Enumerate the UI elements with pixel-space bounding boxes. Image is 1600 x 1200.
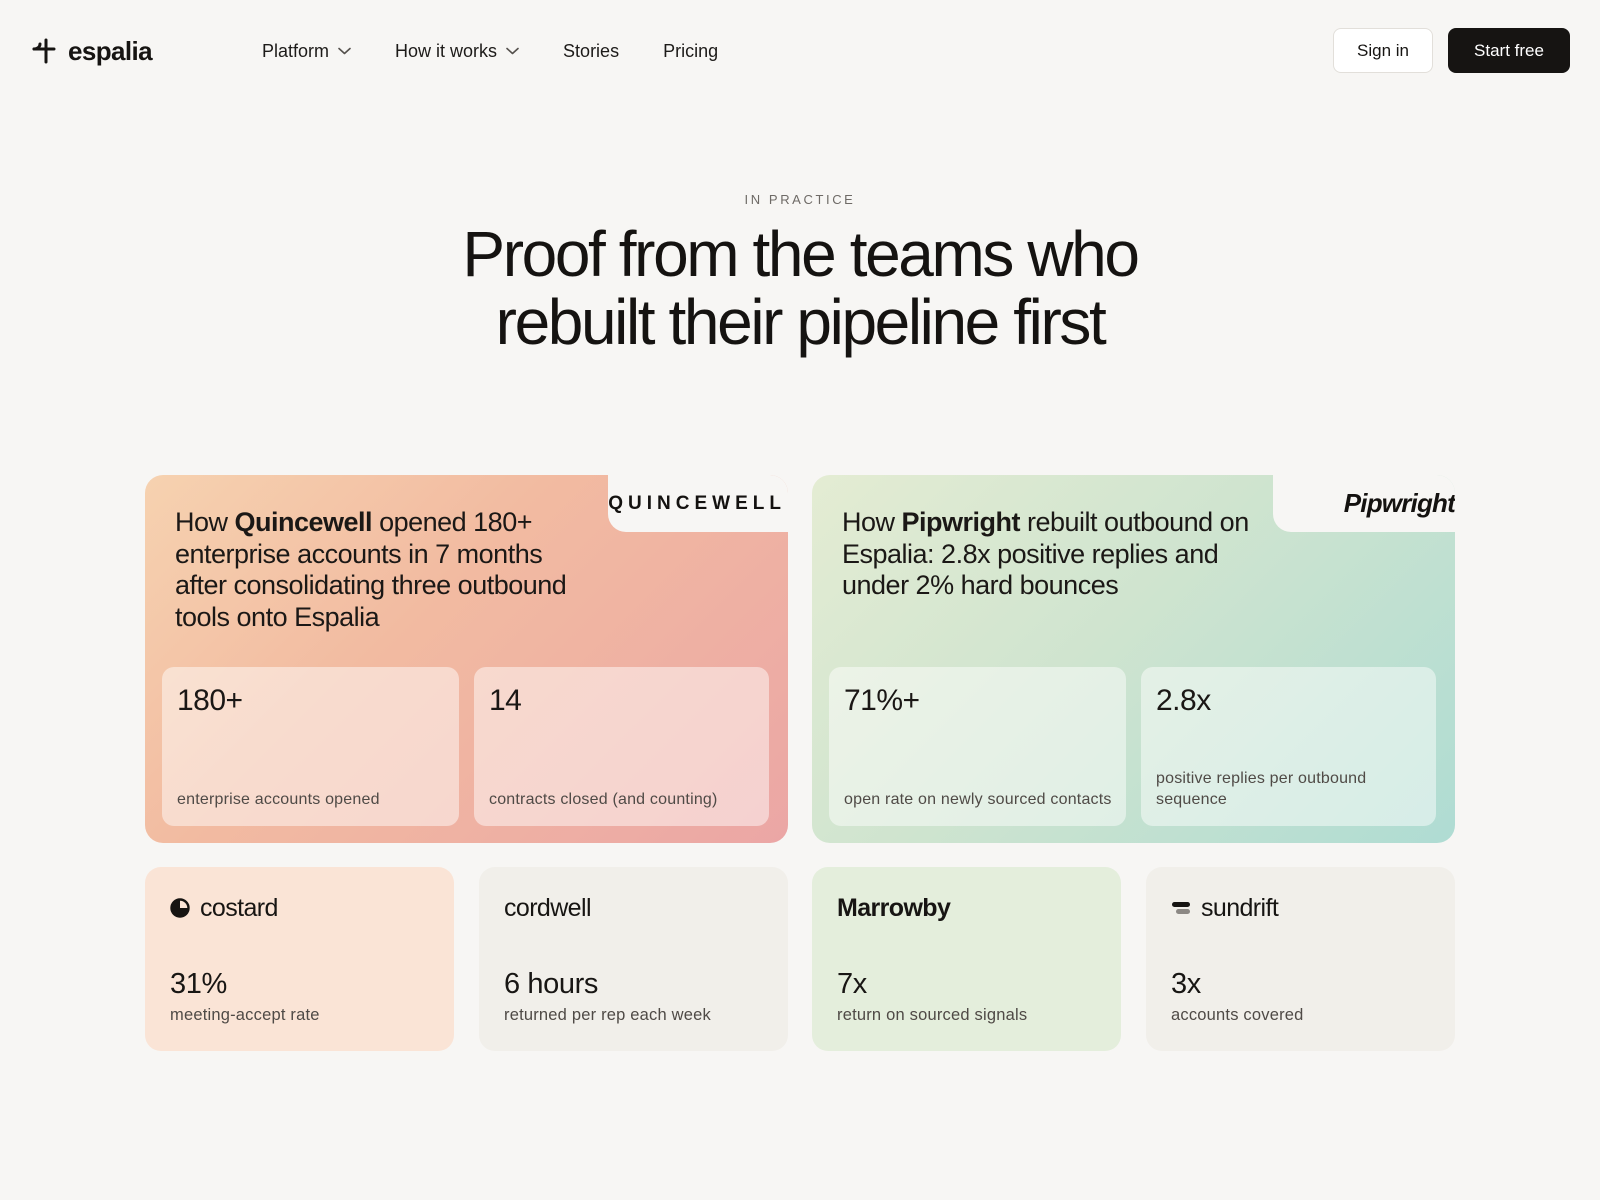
stat-card: 71%+ open rate on newly sourced contacts xyxy=(829,667,1126,826)
menu-item-label: Pricing xyxy=(663,41,719,61)
cordwell-logo: cordwell xyxy=(504,893,592,923)
story-card-pipwright[interactable]: How Pipwright rebuilt outbound on Espali… xyxy=(812,475,1455,843)
half-moon-icon xyxy=(170,898,190,918)
story-title-pre: How xyxy=(175,507,235,537)
menu-item-pricing[interactable]: Pricing xyxy=(663,38,718,64)
menu-item-how-it-works[interactable]: How it works xyxy=(395,38,519,64)
pipwright-logo: Pipwright xyxy=(1343,488,1455,518)
menu-item-platform[interactable]: Platform xyxy=(262,38,351,64)
espalia-logo[interactable]: espalia xyxy=(32,36,153,66)
espalia-logo-icon xyxy=(32,38,56,64)
stat-label: open rate on newly sourced contacts xyxy=(844,791,1112,808)
logo-text: espalia xyxy=(68,36,153,66)
story-title: How Pipwright rebuilt outbound on Espali… xyxy=(842,507,1262,602)
stat-card: 180+ enterprise accounts opened xyxy=(162,667,459,826)
story-title: How Quincewell opened 180+ enterprise ac… xyxy=(175,507,595,633)
customer-stat-value: 3x xyxy=(1171,968,1201,1000)
menu-item-label: Stories xyxy=(563,41,620,61)
story-brand-tab: Pipwright xyxy=(1273,475,1455,532)
customer-stat-label: meeting-accept rate xyxy=(170,1006,320,1024)
story-title-pre: How xyxy=(842,507,902,537)
section-eyebrow: IN PRACTICE xyxy=(744,192,856,207)
stat-label: positive replies per outbound sequence xyxy=(1156,770,1367,808)
chevron-down-icon xyxy=(506,47,519,55)
stat-label: enterprise accounts opened xyxy=(177,791,380,808)
stat-value: 14 xyxy=(489,684,522,717)
brand-name: costard xyxy=(200,894,278,922)
brand-name: cordwell xyxy=(504,894,592,922)
main-menu: Platform How it works Stories Pricing xyxy=(262,38,762,64)
customer-stat-label: returned per rep each week xyxy=(504,1006,711,1024)
story-brand-tab: QUINCEWELL xyxy=(608,475,788,532)
story-card-quincewell[interactable]: How Quincewell opened 180+ enterprise ac… xyxy=(145,475,788,843)
brand-name: sundrift xyxy=(1201,894,1279,922)
stacked-bars-icon xyxy=(1172,902,1190,914)
customer-card-marrowby[interactable]: Marrowby 7x return on sourced signals xyxy=(812,867,1121,1051)
top-navigation: espalia Platform How it works Stories Pr… xyxy=(0,0,1600,102)
customer-stat-value: 31% xyxy=(170,968,227,1000)
stat-value: 2.8x xyxy=(1156,684,1211,717)
stat-card: 2.8x positive replies per outbound seque… xyxy=(1141,667,1436,826)
story-title-company: Pipwright xyxy=(901,507,1021,537)
quincewell-logo: QUINCEWELL xyxy=(608,492,786,514)
menu-item-stories[interactable]: Stories xyxy=(563,38,619,64)
chevron-down-icon xyxy=(338,47,351,55)
customer-card-costard[interactable]: costard 31% meeting-accept rate xyxy=(145,867,454,1051)
costard-logo: costard xyxy=(170,893,278,923)
sign-in-button[interactable]: Sign in xyxy=(1333,28,1433,73)
customer-card-cordwell[interactable]: cordwell 6 hours returned per rep each w… xyxy=(479,867,788,1051)
stat-value: 71%+ xyxy=(844,684,920,717)
menu-item-label: Platform xyxy=(262,41,330,61)
customer-stat-value: 6 hours xyxy=(504,968,598,1000)
start-free-button[interactable]: Start free xyxy=(1448,28,1570,73)
headline-line-2: rebuilt their pipeline first xyxy=(495,286,1107,358)
story-title-company: Quincewell xyxy=(234,507,373,537)
stat-card: 14 contracts closed (and counting) xyxy=(474,667,769,826)
section-headline: Proof from the teams who rebuilt their p… xyxy=(0,220,1600,356)
customer-card-sundrift[interactable]: sundrift 3x accounts covered xyxy=(1146,867,1455,1051)
customer-stat-label: accounts covered xyxy=(1171,1006,1304,1024)
stat-value: 180+ xyxy=(177,684,243,717)
customer-stat-label: return on sourced signals xyxy=(837,1006,1028,1024)
headline-line-1: Proof from the teams who xyxy=(462,218,1140,290)
marrowby-logo: Marrowby xyxy=(837,893,951,923)
stat-label: contracts closed (and counting) xyxy=(489,791,718,808)
customer-stat-value: 7x xyxy=(837,968,867,1000)
menu-item-label: How it works xyxy=(395,41,498,61)
brand-name: Marrowby xyxy=(837,894,951,922)
sundrift-logo: sundrift xyxy=(1171,893,1279,923)
